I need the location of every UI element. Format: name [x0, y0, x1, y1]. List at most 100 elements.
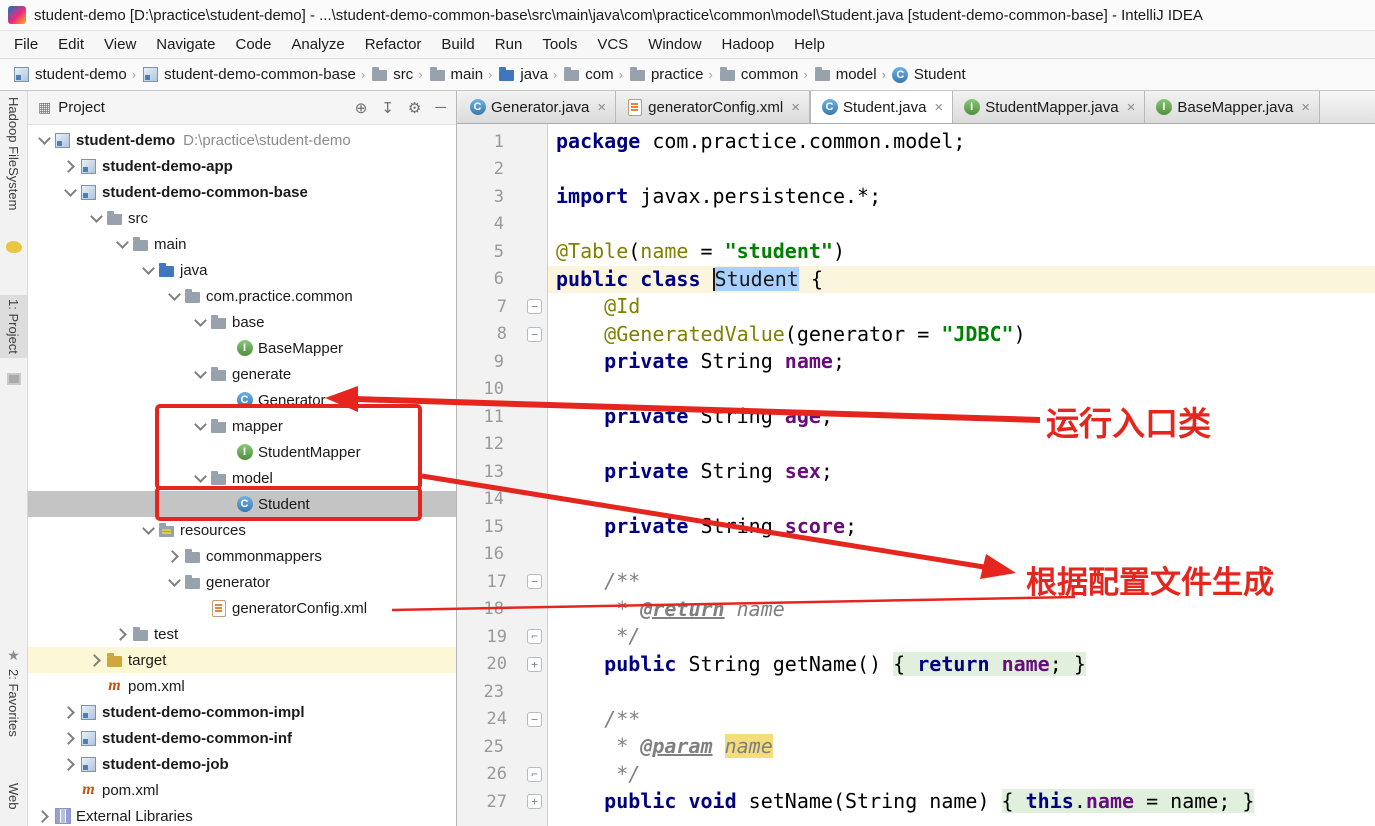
menu-edit[interactable]: Edit [48, 34, 94, 55]
hide-panel-icon[interactable]: ─ [435, 99, 446, 117]
breadcrumb-student-demo[interactable]: student-demo [12, 66, 127, 83]
breadcrumb-com[interactable]: com [562, 66, 614, 83]
tree-item-generator[interactable]: C Generator [28, 387, 456, 413]
code-line-2[interactable] [548, 156, 1375, 184]
code-line-5[interactable]: @Table(name = "student") [548, 238, 1375, 266]
code-line-17[interactable]: /** [548, 568, 1375, 596]
tree-item-resources[interactable]: resources [28, 517, 456, 543]
chevron-expanded-icon[interactable] [114, 236, 131, 253]
code-line-23[interactable] [548, 678, 1375, 706]
menu-navigate[interactable]: Navigate [146, 34, 225, 55]
toolwindow-button-favorites[interactable]: 2: Favorites [0, 669, 27, 737]
tree-item-basemapper[interactable]: I BaseMapper [28, 335, 456, 361]
chevron-collapsed-icon[interactable] [114, 626, 131, 643]
breadcrumb-src[interactable]: src [370, 66, 413, 83]
code-line-27[interactable]: public void setName(String name) { this.… [548, 788, 1375, 816]
code-line-11[interactable]: private String age; [548, 403, 1375, 431]
fold-marker-end-icon[interactable]: ⌐ [527, 766, 542, 782]
tree-item-student-demo-job[interactable]: student-demo-job [28, 751, 456, 777]
tree-item-generate[interactable]: generate [28, 361, 456, 387]
chevron-expanded-icon[interactable] [166, 574, 183, 591]
chevron-collapsed-icon[interactable] [166, 548, 183, 565]
menu-refactor[interactable]: Refactor [355, 34, 432, 55]
fold-marker-start-icon[interactable]: − [527, 326, 542, 342]
tree-item-commonmappers[interactable]: commonmappers [28, 543, 456, 569]
code-line-15[interactable]: private String score; [548, 513, 1375, 541]
chevron-expanded-icon[interactable] [88, 210, 105, 227]
fold-marker-plus-icon[interactable]: + [527, 794, 542, 810]
tree-item-pom-xml[interactable]: m pom.xml [28, 777, 456, 803]
editor-tab-studentmapper-java[interactable]: I StudentMapper.java × [953, 91, 1146, 123]
tree-item-model[interactable]: model [28, 465, 456, 491]
chevron-collapsed-icon[interactable] [88, 652, 105, 669]
code-line-19[interactable]: */ [548, 623, 1375, 651]
tree-item-mapper[interactable]: mapper [28, 413, 456, 439]
code-line-9[interactable]: private String name; [548, 348, 1375, 376]
breadcrumb-common[interactable]: common [718, 66, 798, 83]
chevron-collapsed-icon[interactable] [36, 808, 53, 825]
fold-marker-plus-icon[interactable]: + [527, 656, 542, 672]
tree-item-generator[interactable]: generator [28, 569, 456, 595]
tree-item-student-demo[interactable]: student-demo D:\practice\student-demo [28, 127, 456, 153]
code-line-18[interactable]: * @return name [548, 596, 1375, 624]
code-line-8[interactable]: @GeneratedValue(generator = "JDBC") [548, 321, 1375, 349]
code-line-16[interactable] [548, 541, 1375, 569]
code-line-3[interactable]: import javax.persistence.*; [548, 183, 1375, 211]
tree-item-test[interactable]: test [28, 621, 456, 647]
code-line-14[interactable] [548, 486, 1375, 514]
chevron-expanded-icon[interactable] [140, 262, 157, 279]
tree-item-com-practice-common[interactable]: com.practice.common [28, 283, 456, 309]
tree-item-student[interactable]: C Student [28, 491, 456, 517]
code-line-6[interactable]: public class Student { [548, 265, 1375, 293]
tree-item-external-libraries[interactable]: External Libraries [28, 803, 456, 826]
tree-item-java[interactable]: java [28, 257, 456, 283]
menu-tools[interactable]: Tools [532, 34, 587, 55]
tree-item-student-demo-common-impl[interactable]: student-demo-common-impl [28, 699, 456, 725]
close-tab-icon[interactable]: × [791, 99, 800, 116]
fold-marker-start-icon[interactable]: − [527, 574, 542, 590]
tree-item-src[interactable]: src [28, 205, 456, 231]
menu-run[interactable]: Run [485, 34, 533, 55]
locate-icon[interactable]: ⊕ [355, 99, 368, 117]
close-tab-icon[interactable]: × [1301, 99, 1310, 116]
chevron-expanded-icon[interactable] [140, 522, 157, 539]
breadcrumb-model[interactable]: model [813, 66, 877, 83]
collapse-all-icon[interactable]: ↧ [381, 99, 394, 117]
chevron-expanded-icon[interactable] [192, 418, 209, 435]
chevron-expanded-icon[interactable] [192, 314, 209, 331]
menu-window[interactable]: Window [638, 34, 711, 55]
editor-tab-student-java[interactable]: C Student.java × [810, 91, 954, 123]
menu-analyze[interactable]: Analyze [281, 34, 354, 55]
tree-item-student-demo-common-inf[interactable]: student-demo-common-inf [28, 725, 456, 751]
code-line-26[interactable]: */ [548, 761, 1375, 789]
code-line-1[interactable]: package com.practice.common.model; [548, 128, 1375, 156]
chevron-collapsed-icon[interactable] [62, 756, 79, 773]
code-line-7[interactable]: @Id [548, 293, 1375, 321]
hadoop-elephant-icon[interactable] [5, 241, 22, 253]
tree-item-pom-xml[interactable]: m pom.xml [28, 673, 456, 699]
breadcrumb-student-demo-common-base[interactable]: student-demo-common-base [141, 66, 356, 83]
chevron-expanded-icon[interactable] [62, 184, 79, 201]
tree-item-student-demo-common-base[interactable]: student-demo-common-base [28, 179, 456, 205]
chevron-collapsed-icon[interactable] [62, 704, 79, 721]
menu-vcs[interactable]: VCS [587, 34, 638, 55]
tree-item-base[interactable]: base [28, 309, 456, 335]
code-line-25[interactable]: * @param name [548, 733, 1375, 761]
code-line-20[interactable]: public String getName() { return name; } [548, 651, 1375, 679]
editor-tab-generator-java[interactable]: C Generator.java × [459, 91, 617, 123]
chevron-collapsed-icon[interactable] [62, 158, 79, 175]
favorites-star-icon[interactable]: ★ [7, 647, 20, 665]
chevron-expanded-icon[interactable] [192, 366, 209, 383]
code-line-13[interactable]: private String sex; [548, 458, 1375, 486]
code-line-4[interactable] [548, 211, 1375, 239]
editor-tab-generatorconfig-xml[interactable]: generatorConfig.xml × [616, 91, 811, 123]
chevron-collapsed-icon[interactable] [62, 730, 79, 747]
breadcrumb-java[interactable]: java [497, 66, 548, 83]
close-tab-icon[interactable]: × [934, 99, 943, 116]
menu-hadoop[interactable]: Hadoop [712, 34, 785, 55]
chevron-expanded-icon[interactable] [166, 288, 183, 305]
toolwindow-button-project[interactable]: 1: Project [0, 295, 27, 358]
tree-item-main[interactable]: main [28, 231, 456, 257]
code-line-24[interactable]: /** [548, 706, 1375, 734]
breadcrumb-practice[interactable]: practice [628, 66, 703, 83]
